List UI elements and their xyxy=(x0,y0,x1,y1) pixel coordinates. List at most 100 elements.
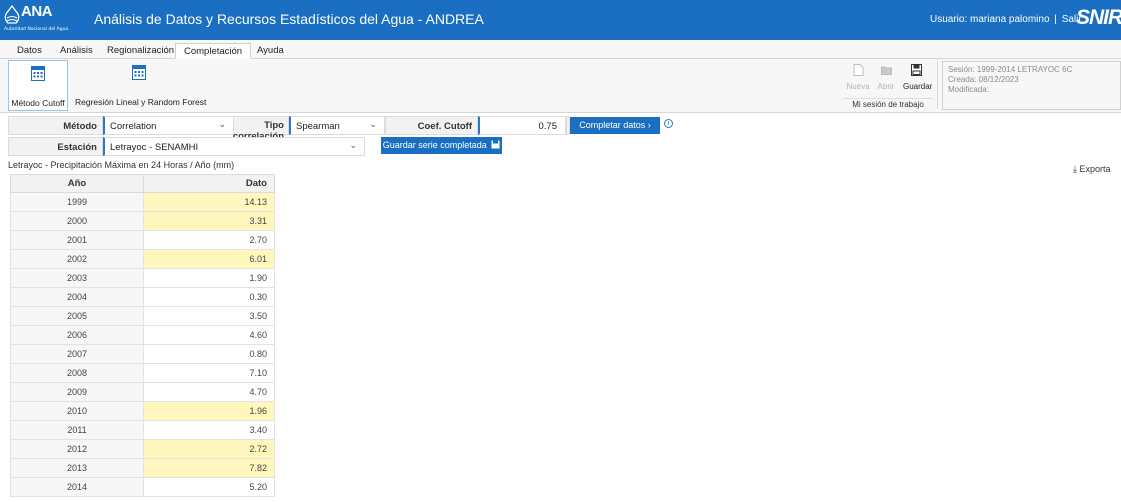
chevron-right-icon: › xyxy=(647,120,651,130)
station-label: Estación xyxy=(8,137,103,156)
calculator-icon xyxy=(31,66,45,81)
completed-value-cell[interactable]: 14.13 xyxy=(143,192,275,212)
table-row: 2005 3.50 xyxy=(10,306,275,326)
year-cell: 2004 xyxy=(10,287,144,307)
completed-value-cell[interactable]: 6.01 xyxy=(143,249,275,269)
method-select[interactable]: Correlation ⌄ xyxy=(103,116,234,135)
cutoff-input[interactable]: 0.75 xyxy=(478,116,566,135)
value-cell[interactable]: 4.70 xyxy=(143,382,275,402)
completed-value-cell[interactable]: 3.31 xyxy=(143,211,275,231)
year-cell: 2012 xyxy=(10,439,144,459)
save-series-button[interactable]: Guardar serie completada xyxy=(381,137,502,154)
new-session-label: Nueva xyxy=(846,82,870,91)
save-series-label: Guardar serie completada xyxy=(382,140,487,150)
year-cell: 2008 xyxy=(10,363,144,383)
tab-datos[interactable]: Datos xyxy=(17,43,42,59)
table-row: 2006 4.60 xyxy=(10,325,275,345)
station-row: Estación Letrayoc - SENAMHI ⌄ xyxy=(8,137,378,156)
water-drop-icon xyxy=(4,5,20,24)
snirh-logo[interactable]: SNIRH xyxy=(1076,6,1121,30)
table-header-row: Año Dato xyxy=(10,174,275,193)
folder-icon xyxy=(880,66,892,75)
value-cell[interactable]: 2.70 xyxy=(143,230,275,250)
value-cell[interactable]: 4.60 xyxy=(143,325,275,345)
save-session-button[interactable]: Guardar xyxy=(903,64,933,91)
corr-type-label: Tipo correlación xyxy=(233,120,284,142)
new-session-button[interactable]: Nueva xyxy=(845,64,871,91)
table-row: 2009 4.70 xyxy=(10,382,275,402)
year-cell: 2007 xyxy=(10,344,144,364)
year-cell: 2009 xyxy=(10,382,144,402)
session-group: Nueva Abrir Guardar Mi sesión de trabajo xyxy=(843,60,933,112)
completed-value-cell[interactable]: 7.82 xyxy=(143,458,275,478)
open-session-button[interactable]: Abrir xyxy=(873,64,899,91)
session-modified: Modificada: xyxy=(948,85,989,94)
table-row: 2011 3.40 xyxy=(10,420,275,440)
complete-data-button[interactable]: Completar datos › xyxy=(570,117,660,134)
session-info-box: Sesión: 1999-2014 LETRAYOC 6C Creada: 08… xyxy=(942,61,1121,110)
corr-type-select[interactable]: Spearman ⌄ xyxy=(289,116,385,135)
regression-rf-button[interactable]: Regresión Lineal y Random Forest xyxy=(75,60,206,111)
table-row: 2014 5.20 xyxy=(10,477,275,497)
table-row: 2001 2.70 xyxy=(10,230,275,250)
value-cell[interactable]: 3.40 xyxy=(143,420,275,440)
calculator-icon xyxy=(132,65,146,80)
value-cell[interactable]: 5.20 xyxy=(143,477,275,497)
info-icon[interactable]: i xyxy=(664,119,673,128)
value-cell[interactable]: 7.10 xyxy=(143,363,275,383)
logo-subtext: Autoridad Nacional del Agua xyxy=(4,27,69,32)
user-label: Usuario: mariana palomino xyxy=(930,14,1050,25)
year-cell: 2011 xyxy=(10,420,144,440)
year-cell: 2001 xyxy=(10,230,144,250)
method-cutoff-button[interactable]: Método Cutoff xyxy=(8,60,68,111)
table-row: 2013 7.82 xyxy=(10,458,275,478)
method-value: Correlation xyxy=(110,121,157,132)
export-button[interactable]: ⤓ Exporta xyxy=(1073,164,1111,175)
save-session-label: Guardar xyxy=(903,82,933,91)
column-header-value[interactable]: Dato xyxy=(143,174,275,193)
year-cell: 2000 xyxy=(10,211,144,231)
tab-ayuda[interactable]: Ayuda xyxy=(257,43,284,59)
table-row: 2000 3.31 xyxy=(10,211,275,231)
year-cell: 2003 xyxy=(10,268,144,288)
session-caption: Mi sesión de trabajo xyxy=(843,98,933,109)
year-cell: 2014 xyxy=(10,477,144,497)
year-cell: 1999 xyxy=(10,192,144,212)
save-icon xyxy=(910,64,922,76)
tab-regionalizacion[interactable]: Regionalización xyxy=(107,43,174,59)
value-cell[interactable]: 1.90 xyxy=(143,268,275,288)
completed-value-cell[interactable]: 1.96 xyxy=(143,401,275,421)
save-icon xyxy=(491,140,500,149)
corr-type-value: Spearman xyxy=(296,121,340,132)
value-cell[interactable]: 3.50 xyxy=(143,306,275,326)
complete-data-label: Completar datos xyxy=(579,120,646,130)
method-label: Método xyxy=(8,116,103,135)
chevron-down-icon: ⌄ xyxy=(349,140,357,150)
user-info: Usuario: mariana palomino | Salir xyxy=(930,14,1082,25)
data-table: Año Dato 1999 14.13 2000 3.31 2001 2.70 2002 6.… xyxy=(10,174,275,497)
station-select[interactable]: Letrayoc - SENAMHI ⌄ xyxy=(103,137,365,156)
tab-analisis[interactable]: Análisis xyxy=(60,43,93,59)
table-body: 1999 14.13 2000 3.31 2001 2.70 2002 6.01 2003 1.9… xyxy=(10,192,275,497)
app-header: ANA Autoridad Nacional del Agua Análisis… xyxy=(0,0,1121,40)
station-value: Letrayoc - SENAMHI xyxy=(110,142,199,153)
table-row: 2010 1.96 xyxy=(10,401,275,421)
app-title: Análisis de Datos y Recursos Estadístico… xyxy=(94,11,484,27)
tab-completacion[interactable]: Completación xyxy=(175,43,252,59)
value-cell[interactable]: 0.80 xyxy=(143,344,275,364)
year-cell: 2005 xyxy=(10,306,144,326)
table-row: 2012 2.72 xyxy=(10,439,275,459)
column-header-year[interactable]: Año xyxy=(10,174,144,193)
table-row: 2003 1.90 xyxy=(10,268,275,288)
completed-value-cell[interactable]: 2.72 xyxy=(143,439,275,459)
table-row: 2007 0.80 xyxy=(10,344,275,364)
method-cutoff-label: Método Cutoff xyxy=(11,98,65,108)
open-session-label: Abrir xyxy=(877,82,895,91)
ana-logo[interactable]: ANA Autoridad Nacional del Agua xyxy=(4,3,68,37)
value-cell[interactable]: 0.30 xyxy=(143,287,275,307)
main-tabs: Datos Análisis Regionalización Completac… xyxy=(0,40,1121,59)
year-cell: 2006 xyxy=(10,325,144,345)
chevron-down-icon: ⌄ xyxy=(369,119,377,129)
table-row: 1999 14.13 xyxy=(10,192,275,212)
session-created: Creada: 08/12/2023 xyxy=(948,75,1019,84)
